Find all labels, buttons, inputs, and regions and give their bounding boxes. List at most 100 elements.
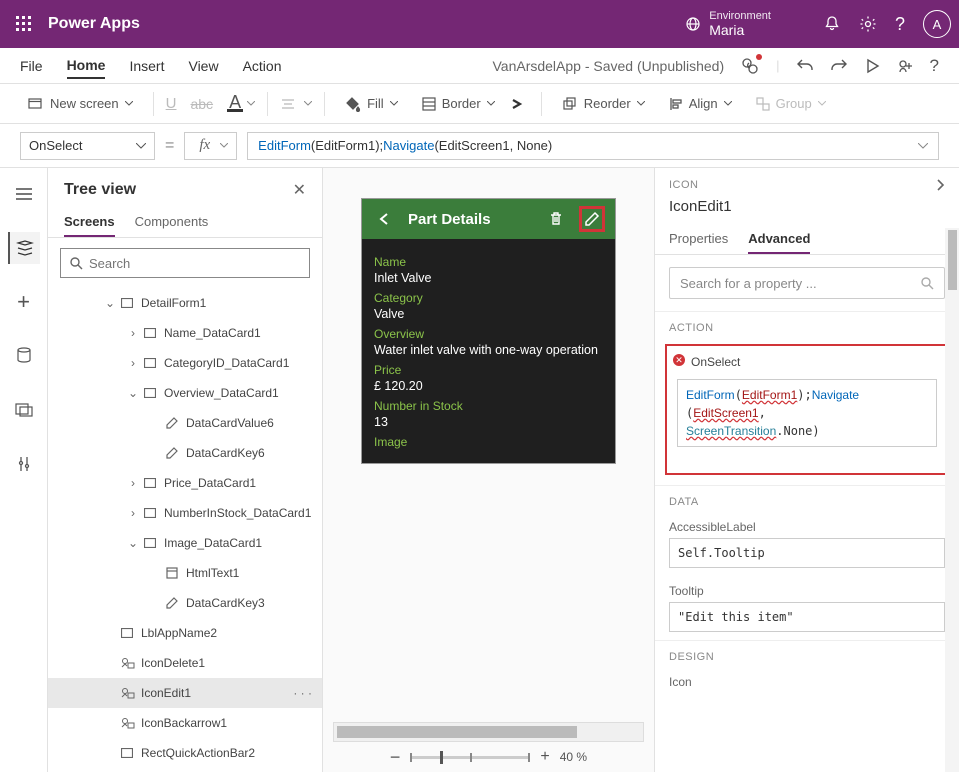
hamburger-icon[interactable] <box>8 178 40 210</box>
menu-home[interactable]: Home <box>67 53 106 79</box>
notifications-icon[interactable] <box>823 15 841 33</box>
field-label: Category <box>374 291 603 305</box>
reorder-button[interactable]: Reorder <box>554 92 653 115</box>
tree-item[interactable]: › CategoryID_DataCard1 <box>48 348 322 378</box>
property-selector-value: OnSelect <box>29 138 82 153</box>
redo-icon[interactable] <box>830 57 848 75</box>
strikethrough-icon[interactable]: abc <box>190 96 213 112</box>
play-icon[interactable] <box>864 58 880 74</box>
zoom-slider[interactable] <box>410 756 530 759</box>
field-label: Price <box>374 363 603 377</box>
undo-icon[interactable] <box>796 57 814 75</box>
field-label: Overview <box>374 327 603 341</box>
menu-file[interactable]: File <box>20 54 43 78</box>
tree-search-input[interactable] <box>89 256 301 271</box>
underline-icon[interactable]: U <box>166 95 177 112</box>
tree-item-label: RectQuickActionBar2 <box>141 746 255 760</box>
error-icon[interactable]: ✕ <box>673 354 685 366</box>
property-selector[interactable]: OnSelect <box>20 132 155 160</box>
menu-bar: File Home Insert View Action VanArsdelAp… <box>0 48 959 84</box>
advanced-tools-icon[interactable] <box>8 448 40 480</box>
zoom-bar: − + 40 % <box>323 742 654 772</box>
onselect-code-editor[interactable]: EditForm(EditForm1);Navigate(EditScreen1… <box>677 379 937 447</box>
tree-item[interactable]: ⌄ DetailForm1 <box>48 288 322 318</box>
environment-switcher[interactable]: Environment Maria <box>685 10 771 38</box>
tree-tab-components[interactable]: Components <box>135 208 209 237</box>
tooltip-input[interactable]: "Edit this item" <box>669 602 945 632</box>
tree-item[interactable]: › NumberInStock_DataCard1 <box>48 498 322 528</box>
align-text-icon[interactable] <box>280 97 296 111</box>
tab-properties[interactable]: Properties <box>669 225 728 254</box>
group-button[interactable]: Group <box>748 92 834 115</box>
chevron-down-icon[interactable]: ⌄ <box>126 536 140 550</box>
control-type-icon <box>144 328 160 338</box>
share-icon[interactable] <box>896 57 914 75</box>
tree-item[interactable]: IconDelete1 <box>48 648 322 678</box>
field-label: Number in Stock <box>374 399 603 413</box>
control-type-icon <box>144 478 160 488</box>
tree-item-label: Name_DataCard1 <box>164 326 261 340</box>
tree-item[interactable]: LblAppName2 <box>48 618 322 648</box>
tree-item[interactable]: DataCardValue6 <box>48 408 322 438</box>
menu-view[interactable]: View <box>188 54 218 78</box>
back-icon[interactable] <box>372 206 398 232</box>
fx-icon[interactable]: fx <box>193 132 216 160</box>
format-painter-icon[interactable] <box>511 98 529 110</box>
tree-item[interactable]: IconEdit1· · · <box>48 678 322 708</box>
border-button[interactable]: Border <box>414 92 503 115</box>
media-icon[interactable] <box>8 394 40 426</box>
chevron-right-icon[interactable]: › <box>126 506 140 520</box>
tree-search[interactable] <box>60 248 310 278</box>
zoom-out-icon[interactable]: − <box>390 747 401 768</box>
fill-button[interactable]: Fill <box>337 92 406 116</box>
font-color-icon[interactable]: A <box>227 95 243 112</box>
tree-item[interactable]: DataCardKey3 <box>48 588 322 618</box>
canvas-horizontal-scrollbar[interactable] <box>333 722 644 742</box>
menu-insert[interactable]: Insert <box>129 54 164 78</box>
chevron-right-icon[interactable]: › <box>126 476 140 490</box>
chevron-down-icon[interactable]: ⌄ <box>103 296 117 310</box>
chevron-right-icon[interactable]: › <box>126 326 140 340</box>
tree-item[interactable]: ⌄ Overview_DataCard1 <box>48 378 322 408</box>
tree-item-label: CategoryID_DataCard1 <box>164 356 289 370</box>
right-panel-scrollbar[interactable] <box>945 228 959 772</box>
formula-input[interactable]: EditForm(EditForm1);Navigate(EditScreen1… <box>247 132 939 160</box>
menu-action[interactable]: Action <box>243 54 282 78</box>
accessible-label-input[interactable]: Self.Tooltip <box>669 538 945 568</box>
app-launcher-icon[interactable] <box>8 8 40 40</box>
property-search[interactable]: Search for a property ... <box>669 267 945 299</box>
chevron-down-icon[interactable]: ⌄ <box>126 386 140 400</box>
chevron-right-icon[interactable]: › <box>126 356 140 370</box>
insert-icon[interactable]: + <box>8 286 40 318</box>
tree-item[interactable]: DataCardKey6 <box>48 438 322 468</box>
help-menu-icon[interactable]: ? <box>930 56 939 76</box>
user-avatar[interactable]: A <box>923 10 951 38</box>
delete-icon[interactable] <box>543 206 569 232</box>
zoom-value: 40 % <box>560 750 587 764</box>
control-type-icon <box>166 597 182 609</box>
expand-panel-icon[interactable] <box>935 178 945 192</box>
tab-advanced[interactable]: Advanced <box>748 225 810 254</box>
data-icon[interactable] <box>8 340 40 372</box>
align-button[interactable]: Align <box>661 92 740 115</box>
close-tree-icon[interactable]: ✕ <box>293 180 306 200</box>
tree-item[interactable]: RectQuickActionBar2 <box>48 738 322 768</box>
field-value: Water inlet valve with one-way operation <box>374 343 603 357</box>
control-type-icon <box>144 388 160 398</box>
edit-icon[interactable] <box>579 206 605 232</box>
more-icon[interactable]: · · · <box>293 686 312 700</box>
tree-item[interactable]: › Price_DataCard1 <box>48 468 322 498</box>
app-checker-icon[interactable] <box>740 56 760 76</box>
tree-item[interactable]: ⌄ Image_DataCard1 <box>48 528 322 558</box>
new-screen-button[interactable]: New screen <box>20 92 141 115</box>
tree-item[interactable]: IconBackarrow1 <box>48 708 322 738</box>
settings-icon[interactable] <box>859 15 877 33</box>
tree-title: Tree view <box>64 181 136 199</box>
tree-item[interactable]: › Name_DataCard1 <box>48 318 322 348</box>
help-icon[interactable]: ? <box>895 14 905 35</box>
control-type-icon <box>166 447 182 459</box>
tree-tab-screens[interactable]: Screens <box>64 208 115 237</box>
zoom-in-icon[interactable]: + <box>540 748 549 766</box>
tree-view-icon[interactable] <box>8 232 40 264</box>
tree-item[interactable]: HtmlText1 <box>48 558 322 588</box>
